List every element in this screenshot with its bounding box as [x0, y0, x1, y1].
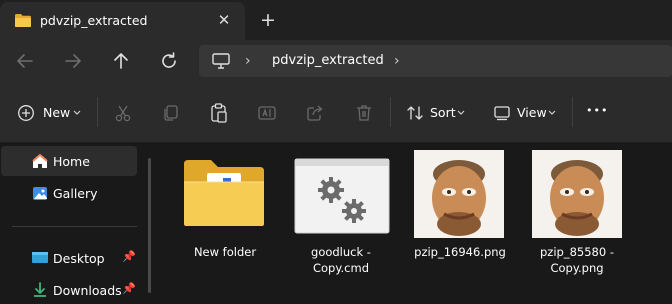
- pin-icon[interactable]: 📌: [122, 282, 136, 295]
- up-arrow-icon[interactable]: [110, 50, 132, 72]
- share-icon[interactable]: [305, 103, 325, 123]
- chevron-down-icon: [548, 110, 556, 115]
- forward-arrow-icon[interactable]: [62, 51, 84, 71]
- folder-icon: [15, 14, 31, 27]
- gallery-icon: [33, 187, 47, 200]
- file-name: pzip_85580 - Copy.png: [540, 245, 614, 275]
- address-bar[interactable]: [199, 45, 672, 77]
- back-arrow-icon[interactable]: [14, 51, 36, 71]
- file-name: New folder: [193, 245, 257, 259]
- new-tab-button[interactable]: +: [256, 9, 280, 31]
- file-name: pzip_16946.png: [414, 245, 506, 259]
- downloads-icon: [34, 282, 46, 297]
- image-thumbnail: [532, 150, 622, 238]
- chevron-down-icon: [73, 110, 81, 115]
- cmd-file-icon: [294, 158, 390, 234]
- this-pc-icon: [212, 53, 230, 69]
- view-button[interactable]: View: [517, 105, 547, 120]
- paste-icon[interactable]: [209, 102, 229, 124]
- sidebar-scrollbar[interactable]: [148, 158, 151, 293]
- sidebar-item-label: Desktop: [53, 251, 105, 266]
- sidebar-divider: [12, 226, 137, 227]
- breadcrumb-current-folder[interactable]: pdvzip_extracted: [272, 53, 384, 68]
- rename-icon[interactable]: [257, 103, 277, 123]
- sidebar-item-label: Downloads: [53, 283, 122, 298]
- sort-button[interactable]: Sort: [430, 105, 456, 120]
- chevron-down-icon: [457, 110, 465, 115]
- copy-icon[interactable]: [161, 103, 181, 123]
- new-button[interactable]: New: [43, 105, 70, 120]
- toolbar-divider: [572, 97, 573, 127]
- toolbar-divider: [390, 97, 391, 127]
- delete-icon[interactable]: [354, 103, 374, 123]
- breadcrumb-chevron-icon[interactable]: ›: [245, 53, 251, 69]
- pin-icon[interactable]: 📌: [122, 250, 136, 263]
- cut-icon[interactable]: [113, 103, 133, 123]
- toolbar-divider: [97, 97, 98, 127]
- desktop-icon: [32, 252, 48, 263]
- image-thumbnail: [414, 150, 504, 238]
- sort-icon: [407, 106, 423, 120]
- sidebar-item-label: Gallery: [53, 186, 98, 201]
- folder-icon: [184, 160, 264, 226]
- refresh-icon[interactable]: [158, 50, 180, 72]
- tab-close-button[interactable]: ✕: [212, 9, 236, 31]
- view-icon: [494, 106, 510, 121]
- more-options-button[interactable]: •••: [586, 104, 608, 117]
- home-icon: [32, 154, 48, 168]
- file-name: goodluck - Copy.cmd: [311, 245, 371, 275]
- tab-title: pdvzip_extracted: [40, 13, 148, 28]
- sidebar-item-label: Home: [53, 154, 90, 169]
- new-plus-icon: [18, 105, 34, 121]
- breadcrumb-chevron-icon[interactable]: ›: [394, 53, 400, 69]
